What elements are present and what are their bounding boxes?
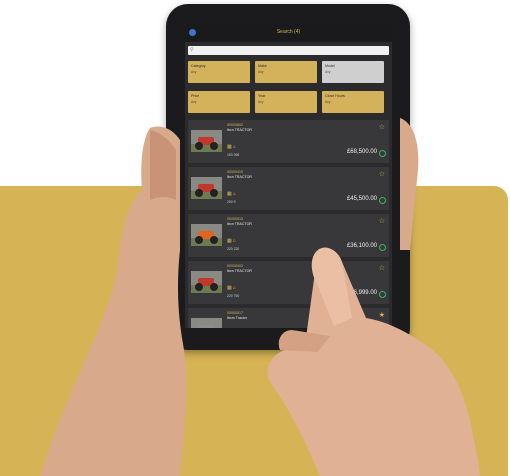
favorite-star-filled-icon[interactable]: ★ [379,311,385,319]
filter-label: Model [325,64,335,68]
listing-make: Ibcm Tractor [227,316,247,320]
calendar-icon: ▦⌂ [227,238,237,244]
tractor-thumbnail [191,318,222,328]
listing-card[interactable]: 00000419 Ibcn TRACTOR ▦⌂ 200 9 £45,500.0… [188,167,389,210]
favorite-star-icon[interactable]: ☆ [379,264,385,272]
filter-label: Close Hours [325,94,345,98]
listing-specs: 200 9 [227,200,236,204]
calendar-icon: ▦⌂ [227,191,237,197]
page-title: Search (4) [276,29,301,35]
lot-number: 00000403 [227,264,243,268]
filter-value: Any [191,70,197,74]
listing-card[interactable]: 00000517 Ibcm Tractor ★ [188,308,389,328]
listing-card[interactable]: 00000515 Ibcn TRACTOR ▦⌂ 220 220 £36,100… [188,214,389,257]
listing-make: Ibcn TRACTOR [227,175,253,179]
listing-make: Ibcn TRACTOR [227,222,253,226]
filter-category[interactable]: Category Any [188,61,250,83]
favorite-star-icon[interactable]: ☆ [379,170,385,178]
lot-number: 00000517 [227,311,243,315]
status-ring-icon [379,244,386,251]
filter-price[interactable]: Price Any [188,91,250,113]
filter-label: Year [258,94,266,98]
calendar-icon: ▦⌂ [227,144,237,150]
filter-label: Category [191,64,206,68]
tractor-thumbnail [191,177,222,199]
calendar-icon: ▦⌂ [227,285,237,291]
tractor-thumbnail [191,224,222,246]
listing-specs: 193 396 [227,153,240,157]
filter-label: Make [258,64,267,68]
filter-model[interactable]: Model Any [322,61,384,83]
listing-make: Ibcn TRACTOR [227,128,253,132]
listing-specs: 220 750 [227,294,240,298]
filter-year[interactable]: Year Any [255,91,317,113]
status-ring-icon [379,291,386,298]
search-input[interactable]: ⚲ [188,46,389,55]
lot-number: 00000802 [227,123,243,127]
lot-number: 00000515 [227,217,243,221]
filter-close-hours[interactable]: Close Hours Any [322,91,384,113]
status-ring-icon [379,197,386,204]
listing-price: £6,999.00 [350,290,377,296]
favorite-star-icon[interactable]: ☆ [379,123,385,131]
top-bar: Search (4) [185,24,392,42]
filter-value: Any [325,70,331,74]
app-screen: Search (4) ⚲ Category Any Make Any Model… [185,24,392,328]
filter-label: Price [191,94,200,98]
favorite-star-icon[interactable]: ☆ [379,217,385,225]
listing-specs: 220 220 [227,247,240,251]
listing-card[interactable]: 00000403 Ibcn TRACTOR ▦⌂ 220 750 £6,999.… [188,261,389,304]
filter-value: Any [191,100,197,104]
filter-make[interactable]: Make Any [255,61,317,83]
status-ring-icon [379,150,386,157]
listing-list: 00000802 Ibcn TRACTOR ▦⌂ 193 396 £68,500… [185,120,392,328]
tractor-thumbnail [191,130,222,152]
search-icon: ⚲ [190,47,194,53]
filter-value: Any [325,100,331,104]
listing-make: Ibcn TRACTOR [227,269,253,273]
filter-grid: Category Any Make Any Model Any Price An… [188,61,389,113]
listing-price: £68,500.00 [346,149,377,155]
tractor-thumbnail [191,271,222,293]
listing-card[interactable]: 00000802 Ibcn TRACTOR ▦⌂ 193 396 £68,500… [188,120,389,163]
listing-price: £45,500.00 [346,196,377,202]
listing-price: £36,100.00 [346,243,377,249]
filter-value: Any [258,70,264,74]
lot-number: 00000419 [227,170,243,174]
filter-value: Any [258,100,264,104]
